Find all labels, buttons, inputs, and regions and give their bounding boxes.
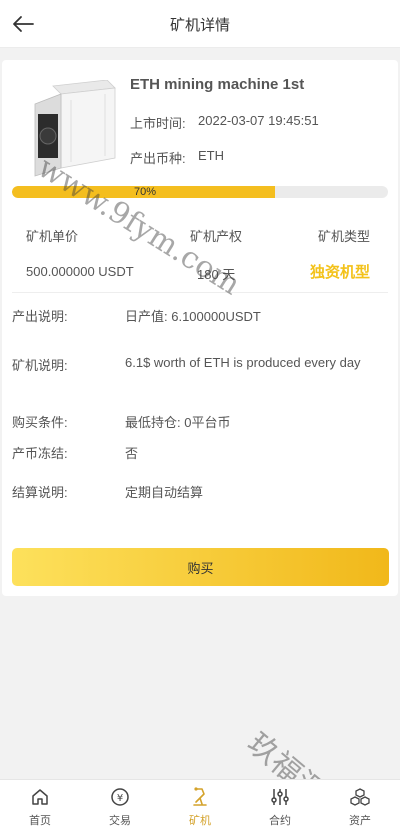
home-icon (29, 786, 51, 808)
mining-machine-image (34, 80, 116, 177)
tab-assets[interactable]: 资产 (320, 780, 400, 835)
coin-value: ETH (198, 148, 224, 163)
mining-robot-icon (189, 786, 211, 808)
divider (12, 292, 388, 293)
settlement-label: 结算说明: (12, 485, 68, 500)
tab-miner-label: 矿机 (189, 815, 211, 827)
progress-percent: 70% (134, 186, 157, 198)
tab-contract[interactable]: 合约 (240, 780, 320, 835)
output-value: 日产值: 6.100000USDT (125, 309, 261, 324)
ownership-term-label: 矿机产权 (190, 229, 243, 244)
output-label: 产出说明: (12, 309, 68, 324)
tab-miner[interactable]: 矿机 (160, 780, 240, 835)
page-title: 矿机详情 (169, 17, 230, 34)
settlement-value: 定期自动结算 (125, 485, 204, 500)
coin-label: 产出币种: (130, 151, 186, 166)
tab-trade-label: 交易 (109, 815, 131, 827)
cubes-icon (349, 786, 371, 808)
machine-type-label: 矿机类型 (318, 229, 371, 244)
sliders-icon (269, 786, 291, 808)
ownership-term-value: 180 天 (197, 267, 236, 282)
top-nav-bar: 矿机详情 (0, 0, 400, 48)
coin-freeze-label: 产币冻结: (12, 446, 68, 461)
progress-bar: 70% (12, 186, 388, 198)
unit-price-value: 500.000000 USDT (26, 264, 134, 279)
buy-button[interactable]: 购买 (12, 548, 389, 586)
tab-contract-label: 合约 (269, 815, 291, 827)
purchase-condition-label: 购买条件: (12, 415, 68, 430)
listing-time-value: 2022-03-07 19:45:51 (198, 113, 319, 128)
machine-desc-label: 矿机说明: (12, 358, 68, 373)
svg-text:¥: ¥ (117, 793, 123, 804)
machine-type-value: 独资机型 (310, 264, 371, 281)
yen-coin-icon: ¥ (109, 786, 131, 808)
tab-assets-label: 资产 (349, 815, 371, 827)
listing-time-label: 上市时间: (130, 116, 186, 131)
tab-home-label: 首页 (29, 815, 51, 827)
bottom-tab-bar: 首页 ¥ 交易 矿机 合约 资产 (0, 779, 400, 835)
machine-desc-value: 6.1$ worth of ETH is produced every day (125, 355, 361, 370)
coin-freeze-value: 否 (125, 446, 139, 461)
tab-trade[interactable]: ¥ 交易 (80, 780, 160, 835)
purchase-condition-value: 最低持仓: 0平台币 (125, 415, 231, 430)
unit-price-label: 矿机单价 (26, 229, 79, 244)
product-name: ETH mining machine 1st (130, 76, 305, 93)
tab-home[interactable]: 首页 (0, 780, 80, 835)
miner-detail-card: ETH mining machine 1st 上市时间: 2022-03-07 … (2, 60, 398, 596)
